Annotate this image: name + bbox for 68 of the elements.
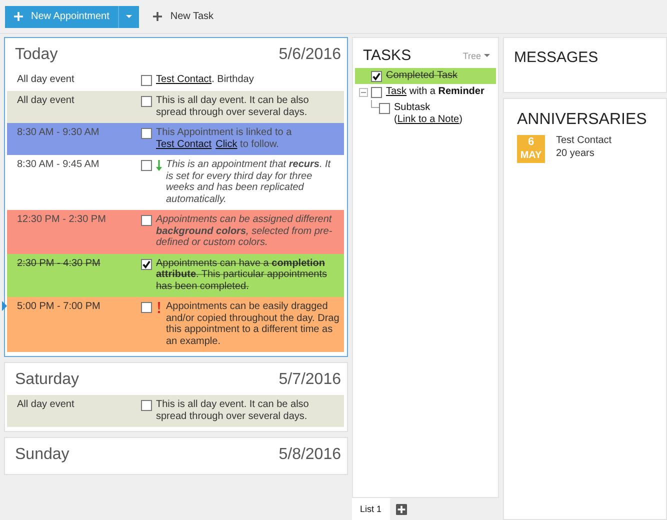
appointment-row[interactable]: 8:30 AM - 9:30 AM This Appointment is linked to a Test Contact Click to follow. [7, 123, 344, 155]
badge-day: 6 [528, 135, 534, 149]
day-date: 5/7/2016 [278, 371, 341, 389]
appointment-text: Appointments can be assigned different background colors, selected from pre-defined or custom colors. [156, 214, 334, 248]
appointment-text: Appointments can have a completion attribute. This particular appointments has been completed. [156, 258, 328, 292]
appointment-time: 2:30 PM - 4:30 PM [17, 258, 102, 270]
dropdown-button[interactable] [118, 6, 140, 28]
panel-title: TASKS [363, 47, 412, 64]
appointment-time: 12:30 PM - 2:30 PM [17, 214, 107, 226]
checkbox[interactable] [141, 302, 152, 313]
plus-icon [14, 12, 23, 21]
appointment-row[interactable]: 2:30 PM - 4:30 PM Appointments can have a completion attribute. This particular appointments has been completed. [7, 254, 344, 297]
checkbox[interactable] [141, 160, 152, 171]
appointment-time: 8:30 AM - 9:45 AM [17, 159, 100, 171]
appointment-row[interactable]: All day event This is all day event. It can be also spread through over several days. [7, 395, 344, 427]
link[interactable]: Link to a Note [397, 114, 460, 125]
checkbox[interactable] [141, 128, 152, 139]
checkbox[interactable] [141, 75, 152, 86]
appointment-text: This Appointment is linked to a Test Contact Click to follow. [156, 127, 293, 150]
collapse-icon[interactable] [359, 88, 368, 97]
caret-icon [484, 54, 490, 57]
add-tab-icon[interactable] [396, 504, 407, 514]
checkbox[interactable] [141, 400, 152, 411]
appointment-time: All day event [17, 95, 76, 107]
badge-month: MAY [520, 149, 542, 162]
plus-icon [153, 12, 162, 21]
task-item[interactable]: Task with a Reminder [355, 84, 496, 100]
appointment-text: This is all day event. It can be also spread through over several days. [156, 95, 310, 118]
day-date: 5/8/2016 [278, 446, 341, 464]
new-task-button[interactable]: New Task [147, 6, 220, 28]
contact-name: Test Contact [556, 135, 612, 146]
appointment-time: 8:30 AM - 9:30 AM [17, 127, 100, 139]
appointment-time: All day event [17, 74, 76, 86]
appointment-text: Test Contact. Birthday [156, 74, 255, 86]
appointment-text: This is an appointment that recurs. It is set for every third day for three weeks and has been replicated automatically. [166, 159, 332, 205]
appointment-time: 5:00 PM - 7:00 PM [17, 301, 102, 313]
day-name: Saturday [15, 371, 80, 389]
appointment-time: All day event [17, 399, 76, 411]
list-tab[interactable]: List 1 [352, 498, 390, 520]
checkbox[interactable] [141, 96, 152, 107]
appointment-row[interactable]: All day event This is all day event. It can be also spread through over several days. [7, 91, 344, 123]
day-card[interactable]: Sunday 5/8/2016 [4, 437, 348, 475]
day-name: Today [15, 46, 58, 64]
task-text: Task with a Reminder [386, 86, 484, 98]
day-name: Sunday [15, 446, 70, 464]
appointment-text: This is all day event. It can be also spread through over several days. [156, 399, 310, 422]
day-date: 5/6/2016 [278, 46, 341, 64]
anniversary-years: 20 years [556, 148, 596, 159]
panel-title: MESSAGES [514, 49, 598, 66]
panel-title: ANNIVERSARIES [517, 111, 648, 129]
checkbox[interactable] [141, 215, 152, 226]
checkbox[interactable] [371, 71, 382, 82]
appointment-text: Appointments can be easily dragged and/or copied throughout the day. Drag this appointment to a different time as an example. [166, 301, 340, 347]
link[interactable]: Task [386, 86, 407, 97]
day-card[interactable]: Saturday 5/7/2016 All day event This is all day event. It can be also spread through over several days. [4, 362, 348, 432]
day-card[interactable] [4, 37, 348, 357]
caret-icon [126, 15, 132, 18]
link[interactable]: Test Contact [156, 74, 212, 85]
subtask-item[interactable]: Subtask (Link to a Note) [355, 100, 496, 128]
task-item[interactable]: Completed Task [355, 68, 496, 84]
task-text: Subtask (Link to a Note) [394, 102, 464, 126]
checkbox[interactable] [371, 87, 382, 98]
link[interactable]: Click [216, 138, 238, 150]
checkbox[interactable] [141, 258, 152, 270]
appointment-row[interactable]: 12:30 PM - 2:30 PM Appointments can be assigned different background colors, selected from pre-defined or custom colors. [7, 210, 344, 254]
checkbox[interactable] [379, 103, 390, 114]
link[interactable]: Test Contact [156, 138, 212, 150]
task-text: Completed Task [386, 70, 458, 82]
